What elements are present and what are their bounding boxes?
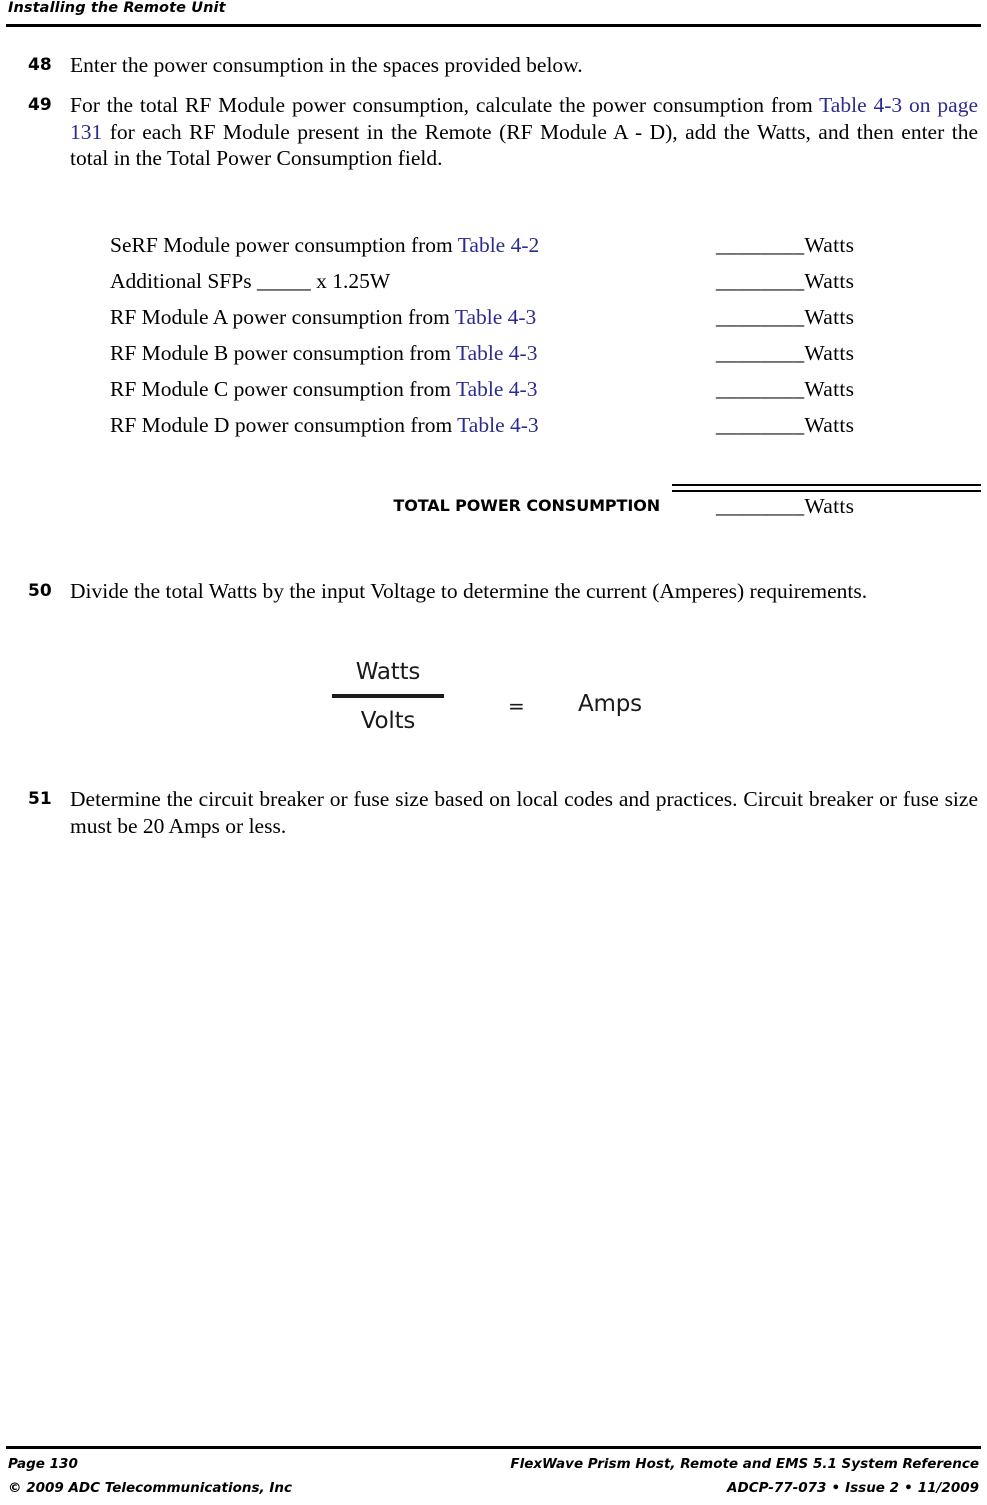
power-consumption-worksheet: SeRF Module power consumption from Table… [0, 228, 987, 444]
worksheet-row: Additional SFPs _____ x 1.25W ________Wa… [0, 264, 987, 300]
worksheet-row-value-blank[interactable]: ________Watts [716, 300, 854, 334]
xref-table-4-3[interactable]: Table 4-3 [456, 377, 537, 401]
footer-copyright: © 2009 ADC Telecommunications, Inc [8, 1480, 292, 1496]
footer-product-title: FlexWave Prism Host, Remote and EMS 5.1 … [510, 1456, 979, 1472]
footer-separator-bullet: • [831, 1480, 841, 1496]
worksheet-row-value-blank[interactable]: ________Watts [716, 228, 854, 262]
step-49-text-after: for each RF Module present in the Remote… [70, 119, 978, 171]
worksheet-row: SeRF Module power consumption from Table… [0, 228, 987, 264]
xref-table-4-3[interactable]: Table 4-3 [456, 341, 537, 365]
worksheet-row-value-blank[interactable]: ________Watts [716, 372, 854, 406]
worksheet-row-value-blank[interactable]: ________Watts [716, 264, 854, 298]
worksheet-row: RF Module A power consumption from Table… [0, 300, 987, 336]
total-rule-upper [672, 484, 981, 486]
page-header: Installing the Remote Unit [0, 0, 987, 27]
worksheet-row-label: Additional SFPs _____ x 1.25W [110, 264, 390, 298]
worksheet-row-value-blank[interactable]: ________Watts [716, 336, 854, 370]
step-48-text: Enter the power consumption in the space… [70, 53, 583, 77]
worksheet-row-label: RF Module D power consumption from Table… [110, 408, 539, 442]
worksheet-row-label-text: RF Module B power consumption from [110, 341, 456, 365]
step-50-number: 50 [28, 581, 52, 601]
total-power-consumption-label: TOTAL POWER CONSUMPTION [393, 496, 660, 515]
total-power-consumption-blank[interactable]: ________Watts [716, 492, 854, 520]
header-divider [6, 24, 981, 27]
xref-table-4-3[interactable]: Table 4-3 [457, 413, 538, 437]
worksheet-row-label-text: Additional SFPs _____ x 1.25W [110, 269, 391, 293]
worksheet-row: RF Module B power consumption from Table… [0, 336, 987, 372]
step-50-text: Divide the total Watts by the input Volt… [70, 579, 868, 603]
worksheet-row-label: RF Module B power consumption from Table… [110, 336, 537, 370]
footer-doc-number: ADCP-77-073 [727, 1480, 827, 1496]
worksheet-row-label-text: RF Module C power consumption from [110, 377, 456, 401]
header-title: Installing the Remote Unit [8, 0, 226, 16]
worksheet-row-label-text: RF Module D power consumption from [110, 413, 458, 437]
xref-table-4-2[interactable]: Table 4-2 [458, 233, 539, 257]
worksheet-row-value-blank[interactable]: ________Watts [716, 408, 854, 442]
worksheet-row-label-text: SeRF Module power consumption from [110, 233, 458, 257]
step-51-text: Determine the circuit breaker or fuse si… [70, 787, 978, 838]
step-51-number: 51 [28, 789, 52, 809]
formula-denominator: Volts [360, 708, 416, 734]
footer-date: 11/2009 [917, 1480, 979, 1496]
footer-divider [6, 1446, 981, 1449]
step-49-text-before: For the total RF Module power consumptio… [70, 93, 820, 117]
step-48-number: 48 [28, 55, 52, 75]
total-power-consumption-row: TOTAL POWER CONSUMPTION ________Watts [0, 482, 987, 530]
footer-document-info: ADCP-77-073 • Issue 2 • 11/2009 [727, 1476, 979, 1500]
step-49-text: For the total RF Module power consumptio… [70, 92, 978, 172]
watts-over-volts-fraction: Watts Volts [330, 655, 446, 738]
footer-separator-bullet: • [904, 1480, 913, 1496]
formula-result-label: Amps [578, 691, 642, 717]
worksheet-row: RF Module D power consumption from Table… [0, 408, 987, 444]
page-footer: Page 130 © 2009 ADC Telecommunications, … [0, 1446, 987, 1505]
worksheet-row-label: RF Module A power consumption from Table… [110, 300, 536, 334]
formula-numerator: Watts [355, 659, 421, 685]
worksheet-row: RF Module C power consumption from Table… [0, 372, 987, 408]
step-49-number: 49 [28, 95, 52, 115]
worksheet-row-label: SeRF Module power consumption from Table… [110, 228, 539, 262]
formula-equals-sign: = [508, 694, 525, 718]
worksheet-row-label-text: RF Module A power consumption from [110, 305, 455, 329]
footer-page-number: Page 130 [8, 1456, 78, 1472]
document-page: Installing the Remote Unit 48 Enter the … [0, 0, 987, 1505]
amps-formula: Watts Volts = Amps [0, 655, 987, 765]
fraction-bar [332, 694, 444, 698]
footer-issue: Issue 2 [845, 1480, 900, 1496]
xref-table-4-3[interactable]: Table 4-3 [455, 305, 536, 329]
worksheet-row-label: RF Module C power consumption from Table… [110, 372, 537, 406]
